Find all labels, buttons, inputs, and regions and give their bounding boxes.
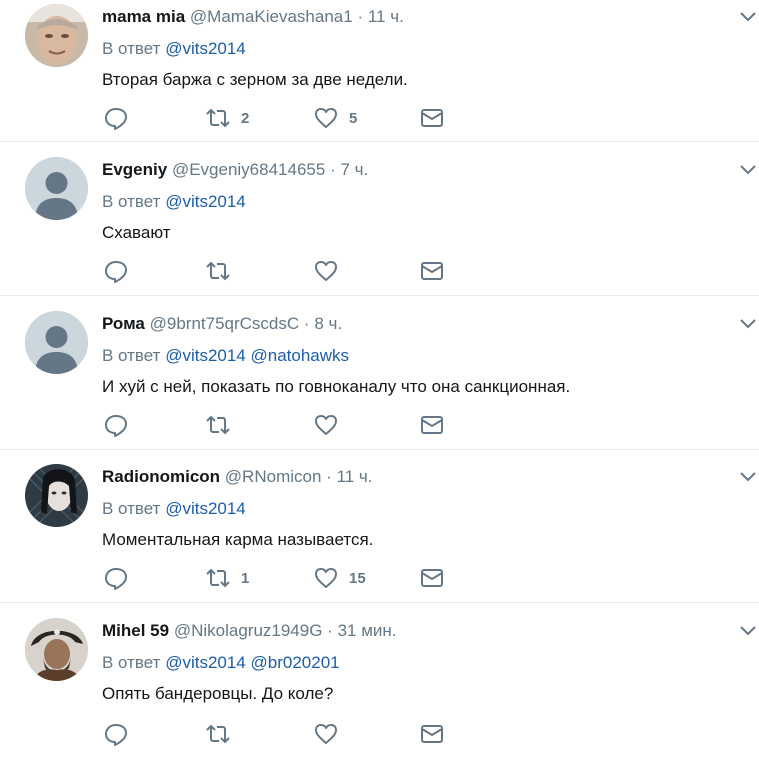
timestamp[interactable]: 31 мин. xyxy=(338,621,397,640)
mention-link[interactable]: @vits2014 xyxy=(165,39,246,58)
retweet-arrows-icon xyxy=(206,261,230,281)
tweet-text: Вторая баржа с зерном за две недели. xyxy=(102,70,408,89)
retweet-arrows-icon xyxy=(206,415,230,435)
display-name[interactable]: Radionomicon xyxy=(102,467,220,486)
heart-icon xyxy=(315,724,337,744)
envelope-icon xyxy=(421,109,443,127)
reply-prefix: В ответ xyxy=(102,499,161,518)
like-count: 5 xyxy=(349,109,358,127)
display-name[interactable]: Evgeniy xyxy=(102,160,167,179)
timestamp[interactable]: 11 ч. xyxy=(368,7,404,26)
heart-icon xyxy=(315,415,337,435)
reply-prefix: В ответ xyxy=(102,346,161,365)
reply-prefix: В ответ xyxy=(102,39,161,58)
reply-prefix: В ответ xyxy=(102,192,161,211)
mention-link[interactable]: @br020201 xyxy=(251,653,340,672)
mention-link[interactable]: @vits2014 xyxy=(165,346,246,365)
tweet-item[interactable]: Рома @9brnt75qrCscdsC · 8 ч. В ответ @vi… xyxy=(0,296,759,450)
chevron-down-icon[interactable] xyxy=(739,624,757,638)
reply-context: В ответ @vits2014 xyxy=(102,191,246,213)
timestamp[interactable]: 7 ч. xyxy=(340,160,368,179)
like-button[interactable]: 5 xyxy=(313,103,357,133)
separator-dot: · xyxy=(330,160,336,179)
like-count: 15 xyxy=(349,569,366,587)
envelope-icon xyxy=(421,416,443,434)
avatar[interactable] xyxy=(25,157,88,220)
retweet-button[interactable]: 2 xyxy=(205,103,249,133)
dm-button[interactable] xyxy=(419,256,445,286)
retweet-arrows-icon xyxy=(206,724,230,744)
timestamp[interactable]: 8 ч. xyxy=(314,314,342,333)
envelope-icon xyxy=(421,569,443,587)
reply-context: В ответ @vits2014 @br020201 xyxy=(102,652,340,674)
user-handle[interactable]: @Nikolagruz1949G xyxy=(174,621,323,640)
reply-bubble-icon xyxy=(105,724,127,746)
mention-link[interactable]: @vits2014 xyxy=(165,653,246,672)
chevron-down-icon[interactable] xyxy=(739,10,757,24)
reply-bubble-icon xyxy=(105,108,127,130)
tweet-text: Схавают xyxy=(102,223,171,242)
retweet-arrows-icon xyxy=(206,568,230,588)
avatar[interactable] xyxy=(25,618,88,681)
display-name[interactable]: Mihel 59 xyxy=(102,621,169,640)
display-name[interactable]: mama mia xyxy=(102,7,185,26)
tweet-item[interactable]: Mihel 59 @Nikolagruz1949G · 31 мин. В от… xyxy=(0,603,759,763)
retweet-button[interactable] xyxy=(205,410,241,440)
retweet-arrows-icon xyxy=(206,108,230,128)
separator-dot: · xyxy=(303,314,310,333)
reply-button[interactable] xyxy=(103,563,129,593)
envelope-icon xyxy=(421,725,443,743)
retweet-count: 2 xyxy=(241,109,250,127)
heart-icon xyxy=(315,568,337,588)
dm-button[interactable] xyxy=(419,103,445,133)
user-handle[interactable]: @RNomicon xyxy=(225,467,322,486)
user-handle[interactable]: @9brnt75qrCscdsC xyxy=(150,314,300,333)
like-button[interactable]: 15 xyxy=(313,563,366,593)
like-button[interactable] xyxy=(313,410,349,440)
reply-bubble-icon xyxy=(105,568,127,590)
tweet-text: Опять бандеровцы. До коле? xyxy=(102,684,334,703)
avatar[interactable] xyxy=(25,311,88,374)
reply-context: В ответ @vits2014 xyxy=(102,38,246,60)
reply-button[interactable] xyxy=(103,103,129,133)
separator-dot: · xyxy=(357,7,364,26)
reply-context: В ответ @vits2014 @natohawks xyxy=(102,345,349,367)
heart-icon xyxy=(315,108,337,128)
avatar[interactable] xyxy=(25,4,88,67)
mention-link[interactable]: @vits2014 xyxy=(165,192,246,211)
reply-button[interactable] xyxy=(103,410,129,440)
reply-bubble-icon xyxy=(105,415,127,437)
separator-dot: · xyxy=(326,467,332,486)
chevron-down-icon[interactable] xyxy=(739,163,757,177)
retweet-button[interactable] xyxy=(205,256,241,286)
user-handle[interactable]: @MamaKievashana1 xyxy=(190,7,353,26)
tweet-item[interactable]: Evgeniy @Evgeniy68414655 · 7 ч. В ответ … xyxy=(0,142,759,296)
avatar[interactable] xyxy=(25,464,88,527)
retweet-button[interactable]: 1 xyxy=(205,563,249,593)
reply-context: В ответ @vits2014 xyxy=(102,498,246,520)
envelope-icon xyxy=(421,262,443,280)
display-name[interactable]: Рома xyxy=(102,314,145,333)
heart-icon xyxy=(315,261,337,281)
like-button[interactable] xyxy=(313,256,349,286)
mention-link[interactable]: @natohawks xyxy=(251,346,350,365)
chevron-down-icon[interactable] xyxy=(739,317,757,331)
reply-prefix: В ответ xyxy=(102,653,161,672)
separator-dot: · xyxy=(327,621,333,640)
timestamp[interactable]: 11 ч. xyxy=(337,467,373,486)
retweet-count: 1 xyxy=(241,569,250,587)
tweet-text: Моментальная карма называется. xyxy=(102,530,374,549)
tweet-text: И хуй с ней, показать по говноканалу что… xyxy=(102,377,571,396)
chevron-down-icon[interactable] xyxy=(739,470,757,484)
reply-bubble-icon xyxy=(105,261,127,283)
dm-button[interactable] xyxy=(419,410,445,440)
dm-button[interactable] xyxy=(419,563,445,593)
tweet-item[interactable]: Radionomicon @RNomicon · 11 ч. В ответ @… xyxy=(0,450,759,603)
tweet-item[interactable]: mama mia @MamaKievashana1 · 11 ч. В отве… xyxy=(0,0,759,142)
user-handle[interactable]: @Evgeniy68414655 xyxy=(172,160,325,179)
reply-button[interactable] xyxy=(103,256,129,286)
mention-link[interactable]: @vits2014 xyxy=(165,499,246,518)
